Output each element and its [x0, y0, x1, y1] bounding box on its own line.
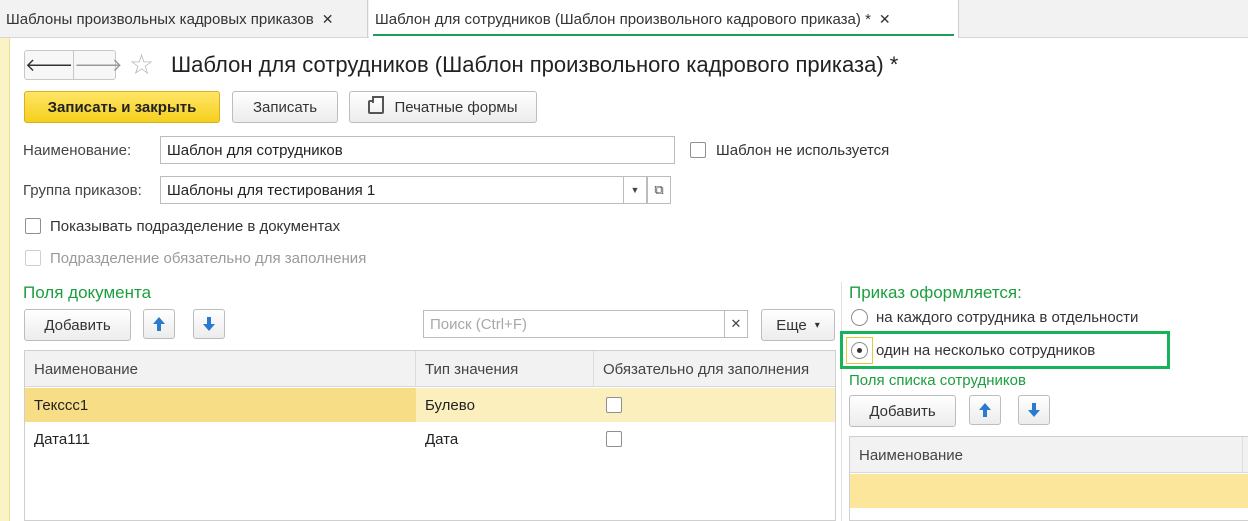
arrow-right-icon[interactable]: 🡒 — [73, 51, 123, 79]
document-fields-title: Поля документа — [23, 283, 152, 302]
tab-label: Шаблон для сотрудников (Шаблон произволь… — [375, 10, 871, 28]
column-header-type[interactable]: Тип значения — [416, 351, 594, 387]
more-label: Еще — [776, 316, 807, 334]
arrow-up-icon — [153, 317, 165, 331]
chevron-down-icon[interactable]: ▼ — [623, 176, 647, 204]
star-icon[interactable]: ☆ — [129, 50, 154, 80]
chevron-down-icon: ▾ — [814, 319, 820, 331]
group-label: Группа приказов: — [23, 182, 142, 199]
table-row[interactable] — [850, 474, 1248, 508]
arrow-down-icon — [203, 317, 215, 331]
more-button[interactable]: Еще ▾ — [761, 309, 835, 341]
search-input[interactable]: Поиск (Ctrl+F) — [423, 310, 725, 338]
employee-fields-title: Поля списка сотрудников — [849, 372, 1026, 389]
save-and-close-button[interactable]: Записать и закрыть — [24, 91, 220, 123]
division-required-label: Подразделение обязательно для заполнения — [50, 250, 367, 267]
column-header-name[interactable]: Наименование — [850, 437, 1243, 473]
navigation-buttons: 🡐 🡒 — [24, 50, 123, 80]
column-header-required[interactable]: Обязательно для заполнения — [594, 351, 837, 387]
page-title: Шаблон для сотрудников (Шаблон произволь… — [171, 52, 899, 77]
required-checkbox[interactable] — [606, 431, 622, 447]
show-division-label: Показывать подразделение в документах — [50, 218, 341, 235]
print-forms-label: Печатные формы — [394, 98, 518, 116]
radio-one-for-many-label: один на несколько сотрудников — [876, 342, 1096, 359]
table-row[interactable]: Тексcс1 Булево — [25, 388, 835, 422]
tab-templates-list[interactable]: Шаблоны произвольных кадровых приказов ✕ — [0, 0, 368, 38]
active-tab-indicator — [373, 34, 954, 36]
table-row[interactable]: Дата111 Дата — [25, 422, 835, 456]
cell-type[interactable]: Дата — [416, 422, 594, 456]
printer-icon — [368, 96, 385, 114]
column-divider — [841, 282, 842, 521]
arrow-left-icon[interactable]: 🡐 — [25, 51, 73, 79]
cell-required[interactable] — [594, 388, 837, 422]
move-down-button[interactable] — [193, 309, 225, 339]
arrow-up-icon — [979, 403, 991, 417]
name-label: Наименование: — [23, 142, 132, 159]
tab-bar: Шаблоны произвольных кадровых приказов ✕… — [0, 0, 1248, 38]
radio-one-for-many[interactable] — [851, 342, 868, 359]
template-not-used-label: Шаблон не используется — [716, 142, 890, 159]
move-up-button[interactable] — [969, 395, 1001, 425]
clear-search-icon[interactable]: ✕ — [724, 310, 748, 338]
cell-type[interactable]: Булево — [416, 388, 594, 422]
move-up-button[interactable] — [143, 309, 175, 339]
column-header-name[interactable]: Наименование — [25, 351, 416, 387]
tab-template-form[interactable]: Шаблон для сотрудников (Шаблон произволь… — [369, 0, 959, 38]
template-not-used-checkbox[interactable] — [690, 142, 706, 158]
move-down-button[interactable] — [1018, 395, 1050, 425]
left-panel-strip — [0, 38, 10, 521]
cell-name[interactable]: Дата111 — [25, 422, 416, 456]
group-input[interactable]: Шаблоны для тестирования 1 — [160, 176, 624, 204]
tab-label: Шаблоны произвольных кадровых приказов — [6, 10, 314, 28]
table-header: Наименование — [850, 437, 1248, 473]
required-checkbox[interactable] — [606, 397, 622, 413]
add-employee-field-button[interactable]: Добавить — [849, 395, 956, 427]
division-required-checkbox — [25, 250, 41, 266]
open-icon[interactable]: ⧉ — [647, 176, 671, 204]
name-input[interactable]: Шаблон для сотрудников — [160, 136, 675, 164]
close-icon[interactable]: ✕ — [879, 11, 891, 28]
radio-each-employee[interactable] — [851, 309, 868, 326]
radio-each-employee-label: на каждого сотрудника в отдельности — [876, 309, 1139, 326]
save-button[interactable]: Записать — [232, 91, 338, 123]
table-header: Наименование Тип значения Обязательно дл… — [25, 351, 835, 387]
cell-name[interactable]: Тексcс1 — [25, 388, 416, 422]
document-fields-table: Наименование Тип значения Обязательно дл… — [24, 350, 836, 521]
print-forms-button[interactable]: Печатные формы — [349, 91, 537, 123]
arrow-down-icon — [1028, 403, 1040, 417]
employee-fields-table: Наименование — [849, 436, 1248, 521]
close-icon[interactable]: ✕ — [322, 11, 334, 28]
order-type-title: Приказ оформляется: — [849, 283, 1022, 302]
cell-required[interactable] — [594, 422, 837, 456]
show-division-checkbox[interactable] — [25, 218, 41, 234]
add-field-button[interactable]: Добавить — [24, 309, 131, 341]
